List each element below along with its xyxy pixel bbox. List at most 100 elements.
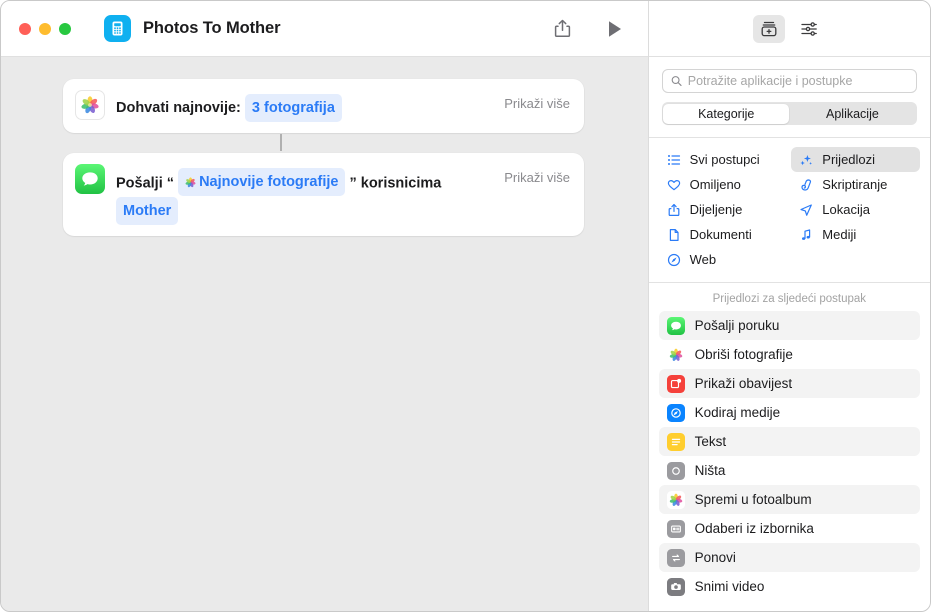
category-grid: Svi postupci Prijedlozi Omiljeno Skripti… (649, 138, 930, 282)
photos-app-icon (75, 90, 105, 120)
photos-flower-icon (185, 176, 196, 188)
search-container (649, 57, 930, 93)
category-dokumenti[interactable]: Dokumenti (659, 222, 788, 247)
action-library-icon (761, 21, 777, 36)
list-item[interactable]: Ništa (659, 456, 920, 485)
minimize-button[interactable] (39, 22, 51, 35)
notification-icon (666, 374, 685, 393)
list-item-label: Odaberi iz izbornika (694, 521, 814, 536)
camera-icon (666, 577, 685, 596)
messages-app-icon (75, 164, 105, 194)
panel-toolbar (648, 1, 930, 57)
list-item-label: Snimi video (694, 579, 765, 594)
category-label: Dijeljenje (689, 202, 743, 217)
share-icon (554, 19, 571, 37)
sparkles-icon (798, 153, 814, 167)
library-segmented-control: Kategorije Aplikacije (661, 102, 917, 125)
action-card[interactable]: Pošalji “ Najnovije fotografije ” korisn… (63, 153, 584, 236)
list-item-label: Prikaži obavijest (694, 376, 793, 391)
list-item[interactable]: Obriši fotografije (659, 340, 920, 369)
category-label: Web (689, 252, 717, 267)
run-play-icon (608, 20, 621, 37)
action-prefix: Pošalji “ (116, 175, 175, 192)
search-box[interactable] (661, 69, 917, 93)
shortcut-editor: Photos To Mother Dohvati najnovije: 3 fo… (1, 1, 648, 611)
category-label: Lokacija (822, 202, 870, 217)
action-text: Pošalji “ Najnovije fotografije ” korisn… (105, 164, 504, 225)
suggestions-list: Pošalji poruku Obriši fotografije Prikaž… (649, 311, 930, 611)
action-token-label: Najnovije fotografije (199, 174, 339, 190)
shortcuts-window: Photos To Mother Dohvati najnovije: 3 fo… (0, 0, 931, 612)
text-icon (666, 432, 685, 451)
search-input[interactable] (687, 74, 908, 88)
list-item-label: Pošalji poruku (694, 318, 780, 333)
action-library-panel: Kategorije Aplikacije Svi postupci (647, 1, 930, 611)
action-token[interactable]: 3 fotografija (244, 94, 342, 122)
list-item-label: Tekst (694, 434, 727, 449)
list-item-label: Ništa (694, 463, 726, 478)
category-label: Omiljeno (689, 177, 741, 192)
action-connector (63, 133, 584, 153)
category-label: Prijedlozi (822, 152, 876, 167)
show-more-button[interactable]: Prikaži više (504, 164, 570, 185)
shortcuts-app-icon (104, 15, 131, 42)
share-icon (666, 203, 682, 217)
list-item-label: Ponovi (694, 550, 736, 565)
titlebar: Photos To Mother (1, 1, 648, 57)
list-item[interactable]: Snimi video (659, 572, 920, 601)
list-item[interactable]: Odaberi iz izbornika (659, 514, 920, 543)
list-item[interactable]: Ponovi (658, 543, 920, 572)
list-item-label: Obriši fotografije (694, 347, 793, 362)
close-button[interactable] (19, 22, 31, 35)
action-text: Dohvati najnovije: 3 fotografija (105, 90, 504, 122)
shortcut-details-button[interactable] (793, 15, 825, 43)
heart-icon (666, 178, 682, 192)
category-label: Skriptiranje (822, 177, 888, 192)
compass-icon (666, 253, 682, 267)
recipient-token[interactable]: Mother (116, 196, 179, 225)
zoom-button[interactable] (59, 22, 71, 35)
category-web[interactable]: Web (659, 247, 788, 272)
show-more-button[interactable]: Prikaži više (504, 90, 570, 111)
list-item[interactable]: Prikaži obavijest (658, 369, 920, 398)
shortcut-details-sliders-icon (801, 21, 818, 36)
action-card[interactable]: Dohvati najnovije: 3 fotografija Prikaži… (63, 79, 584, 133)
search-icon (671, 76, 682, 87)
tab-aplikacije[interactable]: Aplikacije (789, 104, 915, 124)
category-svi-postupci[interactable]: Svi postupci (659, 147, 788, 172)
category-label: Svi postupci (689, 152, 760, 167)
photos-app-icon (666, 345, 685, 364)
scroll-icon (798, 178, 814, 192)
tab-kategorije[interactable]: Kategorije (663, 103, 790, 124)
encode-media-icon (666, 403, 685, 422)
list-bullet-icon (666, 153, 682, 167)
run-button[interactable] (598, 14, 632, 44)
action-token-label: 3 fotografija (251, 100, 335, 116)
traffic-lights (19, 22, 71, 35)
messages-app-icon (666, 316, 685, 335)
share-button[interactable] (546, 14, 580, 44)
category-skriptiranje[interactable]: Skriptiranje (791, 172, 920, 197)
category-label: Mediji (822, 227, 857, 242)
list-item[interactable]: Kodiraj medije (659, 398, 920, 427)
action-token[interactable]: Najnovije fotografije (178, 168, 346, 196)
category-omiljeno[interactable]: Omiljeno (659, 172, 788, 197)
list-item[interactable]: Tekst (658, 427, 920, 456)
category-prijedlozi[interactable]: Prijedlozi (791, 147, 920, 172)
shortcut-canvas: Dohvati najnovije: 3 fotografija Prikaži… (1, 57, 648, 236)
document-icon (666, 228, 682, 242)
category-lokacija[interactable]: Lokacija (791, 197, 920, 222)
window-title: Photos To Mother (143, 19, 281, 37)
list-item[interactable]: Spremi u fotoalbum (658, 485, 920, 514)
nothing-circle-icon (666, 461, 685, 480)
music-note-icon (798, 228, 814, 242)
action-library-button[interactable] (753, 14, 786, 43)
action-prefix: Dohvati najnovije: (116, 100, 241, 116)
list-item[interactable]: Pošalji poruku (658, 311, 920, 340)
list-item-label: Spremi u fotoalbum (694, 492, 812, 507)
menu-card-icon (666, 519, 685, 538)
category-dijeljenje[interactable]: Dijeljenje (659, 197, 788, 222)
category-mediji[interactable]: Mediji (791, 222, 920, 247)
category-label: Dokumenti (689, 227, 752, 242)
list-item-label: Kodiraj medije (694, 405, 781, 420)
